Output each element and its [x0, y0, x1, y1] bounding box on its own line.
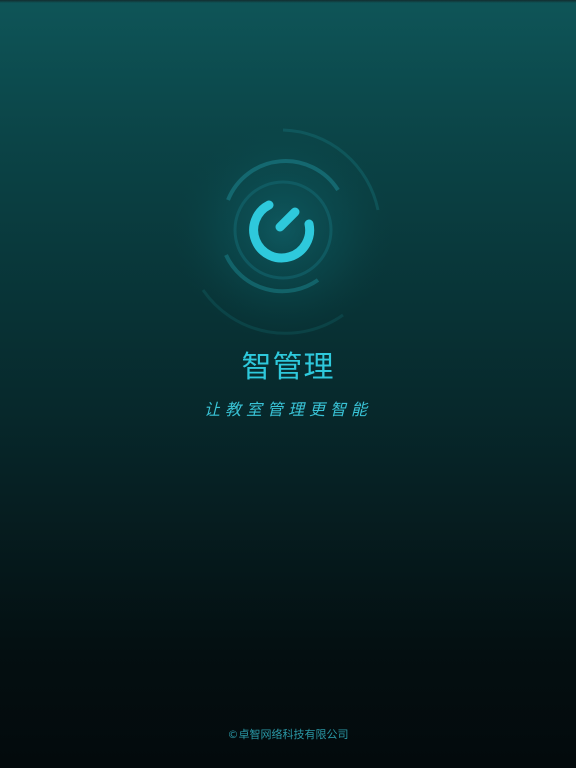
- top-edge: [0, 0, 576, 3]
- app-slogan: 让教室管理更智能: [203, 400, 372, 419]
- copyright-text: ©卓智网络科技有限公司: [227, 728, 349, 741]
- app-logo: [168, 120, 398, 350]
- app-title: 智管理: [241, 350, 335, 385]
- power-ring-icon: [173, 120, 393, 340]
